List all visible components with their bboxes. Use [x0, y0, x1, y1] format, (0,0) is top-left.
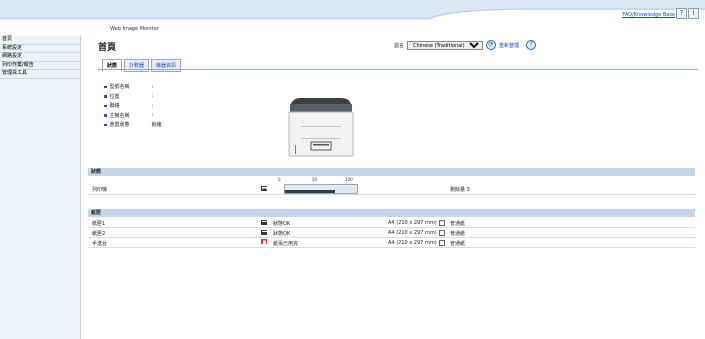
info-key: 裝置狀態	[109, 122, 130, 129]
toner-icon	[261, 186, 267, 191]
scale-label: 100	[345, 177, 353, 182]
info-value: 就緒	[151, 122, 162, 129]
tab-bar: 狀態 計數器 機器資訊	[102, 59, 182, 72]
printer-image	[288, 98, 354, 157]
tray-checkbox[interactable]	[439, 230, 445, 236]
tray-paper-type: 普通紙	[450, 240, 466, 247]
info-key: 主機名稱	[109, 112, 130, 119]
scale-label: 0	[278, 177, 281, 182]
tray-paper-type: 普通紙	[450, 220, 466, 227]
header-banner	[0, 0, 705, 20]
tab-divider	[98, 69, 698, 70]
sidebar-item-print-jobs[interactable]: 列印作業/報告	[0, 62, 80, 70]
tray-size: A4 (210 x 297 mm)	[388, 219, 437, 226]
info-value: :	[151, 102, 154, 109]
sidebar-item-system-settings[interactable]: 系統設定	[0, 45, 80, 53]
info-value: :	[151, 112, 154, 119]
tray-name: 手送台	[92, 240, 108, 247]
toner-gauge	[284, 184, 358, 194]
section-status: 狀態	[88, 168, 695, 176]
info-value: :	[151, 93, 154, 100]
tray-size: A4 (210 x 297 mm)	[388, 229, 437, 236]
table-row: 紙匣2 狀態OK A4 (210 x 297 mm) 普通紙	[88, 228, 695, 238]
info-row-device-status: 裝置狀態 就緒	[104, 120, 162, 130]
tray-paper-type: 普通紙	[450, 230, 466, 237]
help-icon[interactable]: ?	[676, 8, 687, 19]
help-icon[interactable]: ?	[526, 40, 537, 50]
device-info: 型號名稱: 位置: 聯絡: 主機名稱: 裝置狀態 就緒	[104, 82, 162, 130]
tray-size: A4 (210 x 297 mm)	[388, 239, 437, 246]
bullet-icon	[104, 104, 107, 107]
refresh-icon[interactable]: ⟳	[486, 40, 497, 50]
toner-remaining: 剩餘量 3	[450, 187, 470, 193]
toner-gauge-fill	[285, 190, 336, 193]
header-bar	[0, 0, 705, 20]
sidebar-item-admin-tools[interactable]: 管理員工具	[0, 70, 80, 79]
tray-error-icon	[261, 239, 267, 244]
info-row-hostname: 主機名稱:	[104, 111, 162, 121]
info-icon[interactable]: i	[688, 8, 699, 19]
tray-status: 狀態OK	[273, 220, 291, 227]
tray-name: 紙匣1	[92, 220, 106, 227]
section-trays: 紙匣	[88, 209, 695, 217]
sidebar-item-network-settings[interactable]: 網路設定	[0, 53, 80, 62]
bullet-icon	[104, 85, 107, 88]
bullet-icon	[104, 123, 107, 126]
tab-machine-info[interactable]: 機器資訊	[151, 59, 182, 72]
language-bar: 語言 Chinese (Traditional) ⟳ 重新整理 ?	[394, 40, 537, 50]
tray-ok-icon	[261, 230, 267, 235]
info-key: 型號名稱	[109, 84, 130, 91]
refresh-button[interactable]: 重新整理	[499, 42, 519, 49]
info-key: 聯絡	[109, 103, 120, 110]
language-select[interactable]: Chinese (Traditional)	[407, 40, 484, 50]
app-title: Web Image Monitor	[110, 26, 159, 32]
info-value: :	[151, 83, 154, 90]
toner-label: 列印機	[92, 187, 108, 193]
language-label: 語言	[394, 42, 405, 49]
scale-label: 50	[312, 177, 318, 182]
tray-name: 紙匣2	[92, 230, 106, 237]
tray-checkbox[interactable]	[439, 240, 445, 246]
page-title: 首頁	[98, 43, 117, 53]
sidebar: 首頁 系統設定 網路設定 列印作業/報告 管理員工具	[0, 36, 81, 339]
tab-counter[interactable]: 計數器	[124, 59, 150, 72]
tray-status: 狀態OK	[273, 230, 291, 237]
table-row: 紙匣1 狀態OK A4 (210 x 297 mm) 普通紙	[88, 218, 695, 228]
sidebar-item-home[interactable]: 首頁	[0, 36, 80, 45]
faq-link[interactable]: FAQ/Knowledge Base	[622, 12, 675, 18]
bullet-icon	[104, 95, 107, 98]
bullet-icon	[104, 114, 107, 117]
tray-status: 紙張已用完	[273, 240, 299, 247]
info-row-location: 位置:	[104, 92, 162, 102]
info-row-model: 型號名稱:	[104, 82, 162, 92]
info-key: 位置	[109, 93, 120, 100]
table-row: 手送台 紙張已用完 A4 (210 x 297 mm) 普通紙	[88, 238, 695, 248]
toner-row: 列印機 剩餘量 3	[88, 183, 695, 195]
tab-status[interactable]: 狀態	[102, 59, 123, 72]
tray-checkbox[interactable]	[439, 220, 445, 226]
tray-ok-icon	[261, 220, 267, 225]
info-row-contact: 聯絡:	[104, 101, 162, 111]
